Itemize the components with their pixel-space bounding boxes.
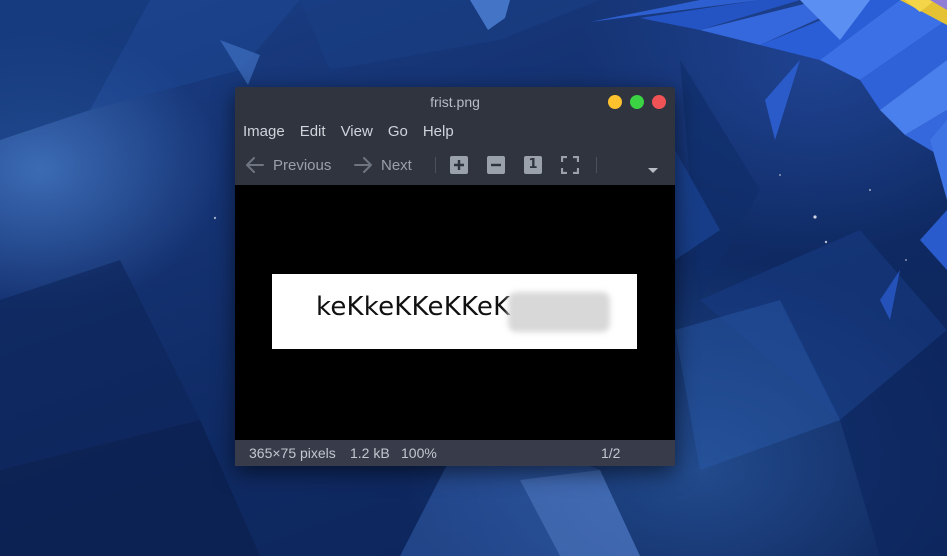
previous-button[interactable]: Previous xyxy=(245,145,331,185)
toolbar: Previous Next 1 xyxy=(235,145,675,185)
next-button[interactable]: Next xyxy=(353,145,412,185)
image-viewer-window: frist.png Image Edit View Go Help Previo… xyxy=(235,87,675,466)
more-options-button[interactable] xyxy=(647,162,659,179)
displayed-image: keKkeKKeKKeK xyxy=(272,274,637,349)
close-button[interactable] xyxy=(652,95,666,109)
zoom-in-button[interactable] xyxy=(450,156,468,174)
next-label: Next xyxy=(381,156,412,174)
zoom-level: 100% xyxy=(401,445,437,461)
menu-go[interactable]: Go xyxy=(388,123,408,140)
status-bar: 365×75 pixels 1.2 kB 100% 1/2 xyxy=(235,440,675,466)
plus-icon xyxy=(454,160,464,170)
menu-bar: Image Edit View Go Help xyxy=(235,117,675,145)
minus-icon xyxy=(491,163,501,167)
menu-edit[interactable]: Edit xyxy=(300,123,326,140)
zoom-out-button[interactable] xyxy=(487,156,505,174)
chevron-down-icon xyxy=(648,168,658,173)
image-dimensions: 365×75 pixels xyxy=(249,445,336,461)
normal-size-button[interactable]: 1 xyxy=(524,156,542,174)
file-size: 1.2 kB xyxy=(350,445,390,461)
image-text: keKkeKKeKKeK xyxy=(316,292,511,322)
title-bar[interactable]: frist.png xyxy=(235,87,675,117)
blurred-region xyxy=(508,292,610,332)
arrow-left-icon xyxy=(245,156,265,174)
menu-view[interactable]: View xyxy=(341,123,373,140)
maximize-button[interactable] xyxy=(630,95,644,109)
fullscreen-button[interactable] xyxy=(560,155,580,178)
previous-label: Previous xyxy=(273,156,332,174)
toolbar-separator xyxy=(435,157,436,173)
image-canvas[interactable]: keKkeKKeKKeK xyxy=(235,185,675,440)
arrow-right-icon xyxy=(353,156,373,174)
toolbar-separator xyxy=(596,157,597,173)
fullscreen-icon xyxy=(560,155,580,175)
minimize-button[interactable] xyxy=(608,95,622,109)
menu-image[interactable]: Image xyxy=(243,123,285,140)
page-indicator: 1/2 xyxy=(601,445,621,461)
menu-help[interactable]: Help xyxy=(423,123,454,140)
